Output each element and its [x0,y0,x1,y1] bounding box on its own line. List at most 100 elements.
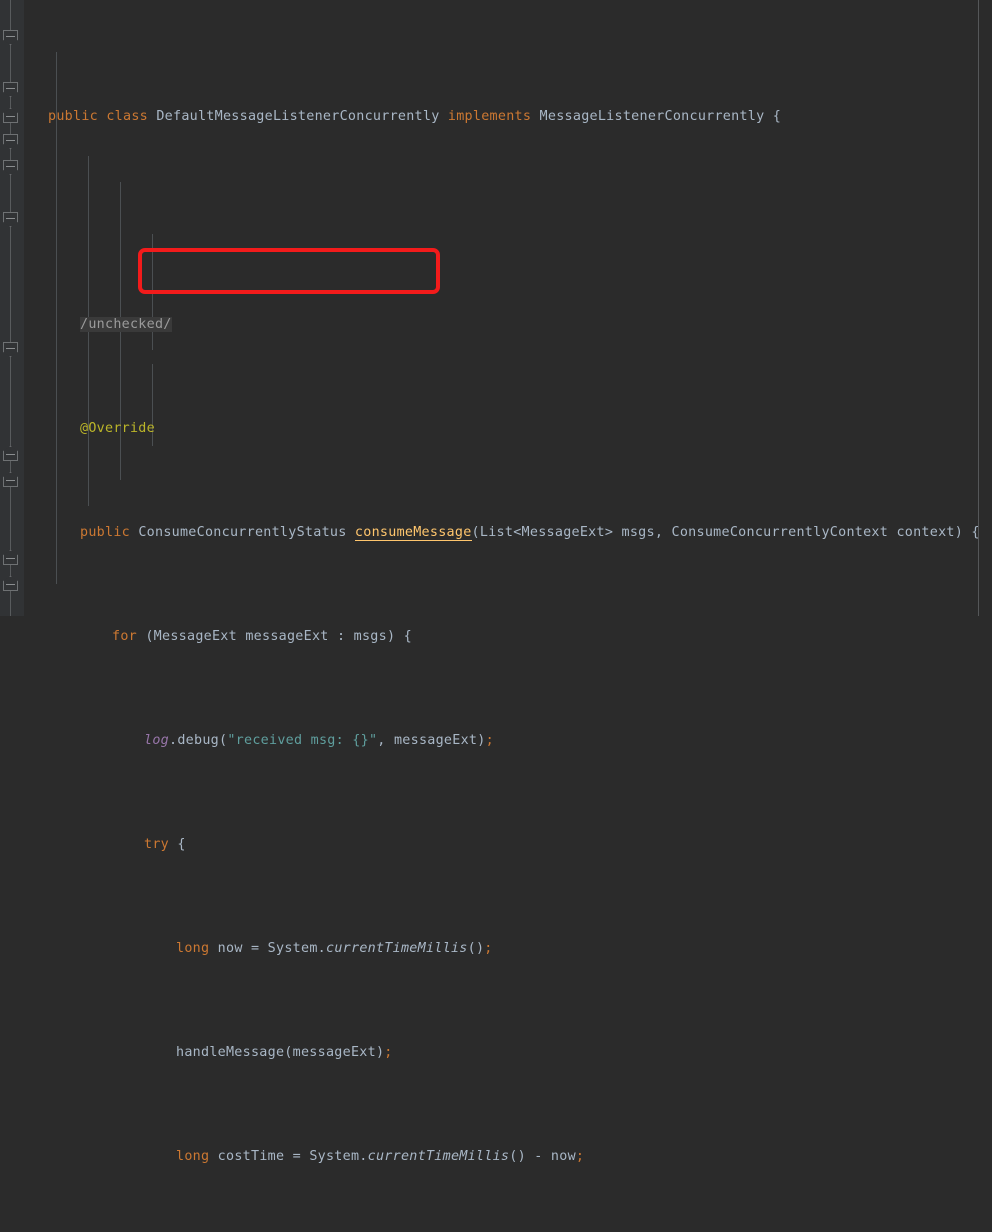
paren-open: ( [219,733,228,748]
dot: . [317,941,326,956]
method-name-consume-message: consumeMessage [354,525,472,541]
fold-marker-end-class[interactable] [3,576,18,591]
semicolon: ; [575,1149,585,1164]
keyword-implements: implements [447,109,532,124]
fold-marker-minus-icon [6,480,15,481]
field-logger: log [144,733,169,748]
parens-minus: () - [509,1149,551,1164]
fold-marker-shape [3,160,18,175]
keyword-try: try [144,837,169,852]
paren-open: ( [137,629,154,644]
keyword-for: for [112,629,137,644]
arg-message-ext: messageExt [292,1045,376,1060]
code-line-blank-1 [24,208,992,234]
param-context: context [896,525,955,540]
equals: = [242,941,268,956]
paren-close: ) [375,1045,385,1060]
fold-marker-for[interactable] [3,160,18,175]
class-system: System [309,1149,360,1164]
keyword-public: public [80,525,130,540]
fold-marker-comment[interactable] [3,82,18,97]
class-system: System [267,941,318,956]
var-now: now [550,1149,576,1164]
fold-marker-minus-icon [6,140,15,141]
keyword-long: long [176,1149,210,1164]
fold-marker-shape [3,134,18,149]
fold-marker-end-method[interactable] [3,550,18,565]
fold-marker-minus-icon [6,348,15,349]
code-line-class-decl[interactable]: public class DefaultMessageListenerConcu… [24,104,992,130]
fold-marker-minus-icon [6,166,15,167]
code-line-log-debug-received[interactable]: log.debug("received msg: {}", messageExt… [24,728,992,754]
equals: = [284,1149,310,1164]
keyword-public: public [48,109,98,124]
brace-open: { [169,837,186,852]
comment-unchecked: /unchecked/ [80,317,172,332]
comma: , [377,733,394,748]
param-msgs: msgs [621,525,655,540]
fold-marker-annotation[interactable] [3,108,18,123]
code-line-long-costtime[interactable]: long costTime = System.currentTimeMillis… [24,1144,992,1170]
param-type-context: ConsumeConcurrentlyContext [671,525,889,540]
fold-marker-shape [3,82,18,97]
fold-marker-minus-icon [6,584,15,585]
fold-marker-catch[interactable] [3,342,18,357]
var-message-ext: messageExt [245,629,329,644]
code-content[interactable]: public class DefaultMessageListenerConcu… [24,0,992,1164]
paren-close: ) [477,733,486,748]
editor-gutter[interactable] [0,0,24,616]
fold-marker-shape [3,212,18,227]
method-debug: debug [177,733,219,748]
semicolon: ; [384,1045,393,1060]
dot: . [169,733,178,748]
fold-marker-minus-icon [6,36,15,37]
fold-marker-minus-icon [6,88,15,89]
fold-marker-end-catch[interactable] [3,446,18,461]
code-editor[interactable]: public class DefaultMessageListenerConcu… [0,0,992,1164]
brace-open: { [764,109,782,124]
code-line-for[interactable]: for (MessageExt messageExt : msgs) { [24,624,992,650]
dot: . [359,1149,368,1164]
interface-name: MessageListenerConcurrently [539,109,765,124]
fold-marker-minus-icon [6,558,15,559]
fold-marker-method[interactable] [3,134,18,149]
comma: , [654,525,672,540]
fold-marker-shape [3,342,18,357]
fold-marker-try[interactable] [3,212,18,227]
string-received-msg: "received msg: {}" [227,733,378,748]
fold-marker-shape [3,30,18,45]
method-current-time-millis: currentTimeMillis [326,941,468,956]
method-handle-message: handleMessage [176,1045,285,1060]
fold-marker-minus-icon [6,218,15,219]
keyword-long: long [176,941,210,956]
annotation-override: @Override [80,421,155,436]
arg-message-ext: messageExt [393,733,478,748]
type-message-ext: MessageExt [153,629,237,644]
keyword-class: class [106,109,148,124]
class-name: DefaultMessageListenerConcurrently [156,109,440,124]
code-line-try[interactable]: try { [24,832,992,858]
return-type: ConsumeConcurrentlyStatus [138,525,347,540]
code-line-long-now[interactable]: long now = System.currentTimeMillis(); [24,936,992,962]
fold-marker-class[interactable] [3,30,18,45]
semicolon: ; [485,733,494,748]
paren-open: ( [284,1045,293,1060]
code-line-override[interactable]: @Override [24,416,992,442]
fold-marker-end-for[interactable] [3,472,18,487]
paren-open: ( [471,525,480,540]
paren-close-brace: ) { [386,629,412,644]
param-type-list: List<MessageExt> [479,525,614,540]
code-line-unchecked[interactable]: /unchecked/ [24,312,992,338]
paren-close-brace: ) { [954,525,980,540]
parens: () [467,941,485,956]
code-line-method-sig[interactable]: public ConsumeConcurrentlyStatus consume… [24,520,992,546]
fold-marker-minus-icon [6,116,15,117]
var-cost-time: costTime [217,1149,285,1164]
method-current-time-millis: currentTimeMillis [367,1149,510,1164]
code-line-handle-message[interactable]: handleMessage(messageExt); [24,1040,992,1066]
semicolon: ; [484,941,493,956]
